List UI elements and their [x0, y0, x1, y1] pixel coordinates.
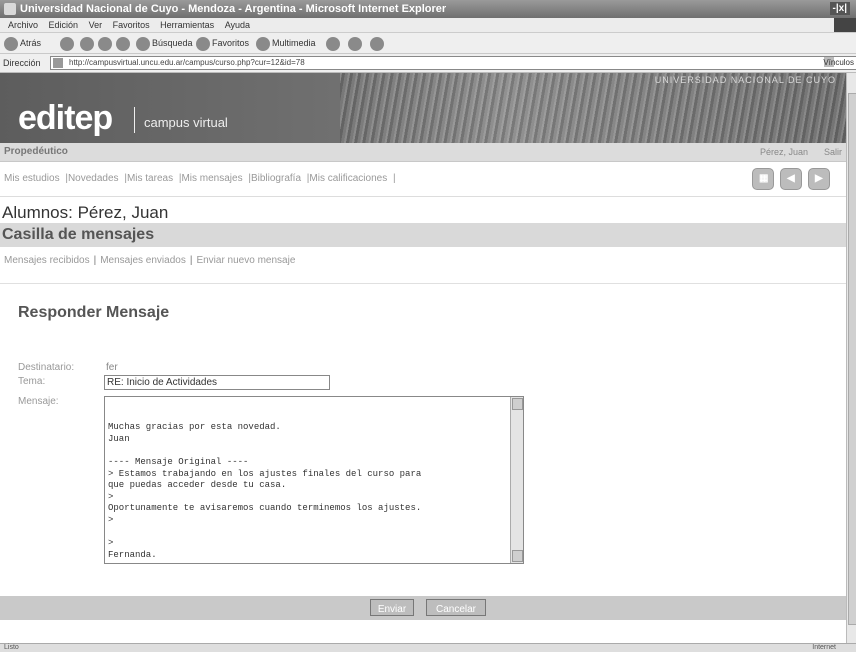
forward-arrow-icon [60, 36, 74, 51]
nav-mis-mensajes[interactable]: |Mis mensajes [179, 173, 243, 184]
history-icon [256, 36, 270, 51]
logout-link[interactable]: Salir [824, 143, 842, 161]
address-bar: Dirección http://campusvirtual.uncu.edu.… [0, 54, 856, 73]
scroll-up-icon[interactable] [512, 398, 523, 410]
menu-favoritos[interactable]: Favoritos [113, 20, 150, 30]
search-icon [136, 36, 150, 51]
logo-divider [134, 107, 135, 133]
next-button[interactable]: ▶ [808, 168, 830, 190]
section-header: Casilla de mensajes [0, 223, 846, 247]
print-icon [348, 36, 362, 51]
university-name: UNIVERSIDAD NACIONAL DE CUYO [654, 75, 836, 85]
nav-mis-calificaciones[interactable]: |Mis calificaciones [307, 173, 387, 184]
back-arrow-icon [4, 36, 18, 51]
window-controls[interactable]: -|x| [829, 2, 850, 15]
subject-label: Tema: [18, 376, 46, 387]
refresh-button[interactable] [98, 36, 114, 51]
window-titlebar: Universidad Nacional de Cuyo - Mendoza -… [0, 0, 856, 18]
right-arrow-icon: ▶ [815, 173, 823, 184]
menu-ver[interactable]: Ver [89, 20, 103, 30]
course-bar: Propedéutico Pérez, Juan Salir [0, 143, 846, 162]
tab-separator: | [93, 255, 97, 266]
message-textarea[interactable]: Muchas gracias por esta novedad. Juan --… [104, 396, 524, 564]
address-url: http://campusvirtual.uncu.edu.ar/campus/… [69, 58, 305, 67]
home-icon [116, 36, 130, 51]
subject-input[interactable]: RE: Inicio de Actividades [104, 375, 330, 390]
grid-icon: ▦ [759, 173, 769, 184]
nav-end-sep: | [392, 173, 396, 184]
course-name: Propedéutico [4, 146, 68, 157]
mailbox-tabs: Mensajes recibidos | Mensajes enviados | Env… [0, 251, 846, 271]
refresh-icon [98, 36, 112, 51]
mail-button[interactable] [326, 36, 342, 51]
favorites-button[interactable]: Favoritos [196, 36, 249, 51]
send-button[interactable]: Enviar [370, 599, 414, 616]
menu-herramientas[interactable]: Herramientas [160, 20, 214, 30]
section-title: Casilla de mensajes [2, 226, 155, 243]
left-arrow-icon: ◀ [787, 173, 795, 184]
editep-logo[interactable]: editep [18, 99, 113, 138]
to-label: Destinatario: [18, 362, 75, 373]
mail-icon [326, 36, 340, 51]
grid-nav-button[interactable]: ▦ [752, 168, 774, 190]
menu-edicion[interactable]: Edición [49, 20, 79, 30]
message-label: Mensaje: [18, 396, 59, 407]
print-button[interactable] [348, 36, 364, 51]
cancel-button[interactable]: Cancelar [426, 599, 486, 616]
reply-form: Responder Mensaje Destinatario: fer Tema… [0, 283, 846, 634]
prev-button[interactable]: ◀ [780, 168, 802, 190]
nav-mis-tareas[interactable]: |Mis tareas [124, 173, 173, 184]
back-button[interactable]: Atrás [4, 36, 41, 51]
scroll-thumb[interactable] [848, 93, 856, 625]
menu-archivo[interactable]: Archivo [8, 20, 38, 30]
links-button[interactable]: Vínculos [823, 54, 854, 72]
tab-separator: | [189, 255, 193, 266]
course-nav: Mis estudios |Novedades |Mis tareas |Mis… [0, 162, 846, 197]
student-title: Alumnos: Pérez, Juan [2, 203, 169, 222]
home-button[interactable] [116, 36, 132, 51]
campus-virtual-label: campus virtual [144, 115, 228, 130]
tab-new-message[interactable]: Enviar nuevo mensaje [196, 255, 295, 266]
menu-ayuda[interactable]: Ayuda [225, 20, 250, 30]
browser-toolbar: Atrás Búsqueda Favoritos Multimedia [0, 33, 856, 54]
scroll-down-icon[interactable] [512, 550, 523, 562]
nav-bibliografia[interactable]: |Bibliografía [248, 173, 301, 184]
page-icon [53, 58, 63, 68]
forward-button[interactable] [60, 36, 76, 51]
form-actions: Enviar Cancelar [0, 596, 846, 620]
nav-mis-estudios[interactable]: Mis estudios [4, 173, 60, 184]
user-name: Pérez, Juan [759, 147, 808, 157]
stop-button[interactable] [80, 36, 96, 51]
message-text: Muchas gracias por esta novedad. Juan --… [108, 422, 422, 560]
address-label: Dirección [3, 58, 41, 68]
star-icon [196, 36, 210, 51]
page-scrollbar[interactable] [846, 73, 856, 643]
stop-icon [80, 36, 94, 51]
message-scrollbar[interactable] [510, 397, 523, 563]
ie-icon [4, 3, 16, 15]
windows-logo-icon [834, 18, 856, 32]
page-content: UNIVERSIDAD NACIONAL DE CUYO editep camp… [0, 73, 846, 643]
tab-sent[interactable]: Mensajes enviados [100, 255, 186, 266]
edit-icon [370, 36, 384, 51]
search-button[interactable]: Búsqueda [136, 36, 193, 51]
address-input[interactable]: http://campusvirtual.uncu.edu.ar/campus/… [50, 56, 856, 70]
nav-links: Mis estudios |Novedades |Mis tareas |Mis… [4, 173, 399, 184]
edit-button[interactable] [370, 36, 386, 51]
history-button[interactable]: Multimedia [256, 36, 316, 51]
menubar: Archivo Edición Ver Favoritos Herramient… [0, 18, 856, 33]
nav-novedades[interactable]: |Novedades [65, 173, 118, 184]
window-title: Universidad Nacional de Cuyo - Mendoza -… [20, 3, 447, 15]
tab-received[interactable]: Mensajes recibidos [4, 255, 90, 266]
to-value: fer [106, 362, 118, 373]
form-heading: Responder Mensaje [18, 304, 170, 321]
site-banner: UNIVERSIDAD NACIONAL DE CUYO editep camp… [0, 73, 846, 143]
